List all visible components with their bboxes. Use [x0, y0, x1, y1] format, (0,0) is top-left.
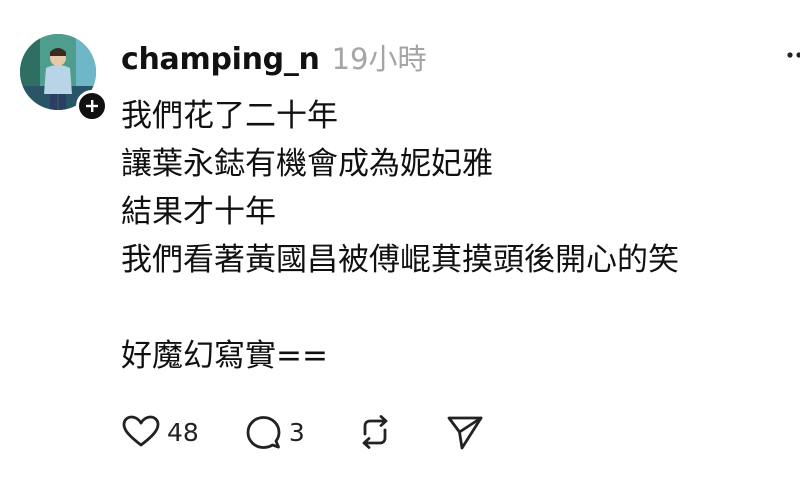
repost-button[interactable]: [355, 412, 395, 452]
share-button[interactable]: [445, 412, 485, 452]
ellipsis-icon: [787, 52, 800, 58]
send-icon: [447, 416, 483, 450]
post-text-line: 讓葉永鋕有機會成為妮妃雅: [121, 146, 493, 182]
post-header: champing_n 19小時: [121, 36, 427, 80]
post-text-blank-line: [121, 284, 781, 332]
more-options-button[interactable]: [784, 40, 800, 70]
plus-icon: [86, 100, 98, 112]
post-text-line: 好魔幻寫實==: [121, 338, 328, 374]
reply-count: 3: [288, 417, 305, 447]
post-body: 我們花了二十年 讓葉永鋕有機會成為妮妃雅 結果才十年 我們看著黃國昌被傅崐萁摸頭…: [121, 92, 781, 380]
thread-post: champing_n 19小時 我們花了二十年 讓葉永鋕有機會成為妮妃雅 結果才…: [0, 0, 800, 477]
like-button[interactable]: 48: [121, 412, 199, 452]
comment-bubble-icon: [246, 416, 281, 449]
post-text-line: 我們看著黃國昌被傅崐萁摸頭後開心的笑: [121, 242, 679, 278]
username[interactable]: champing_n: [121, 42, 320, 77]
avatar-container[interactable]: [20, 34, 108, 122]
post-timestamp: 19小時: [331, 42, 427, 76]
post-actions: 48 3: [121, 410, 485, 454]
heart-icon: [122, 415, 160, 447]
follow-button[interactable]: [76, 90, 108, 122]
reply-button[interactable]: 3: [243, 412, 305, 452]
repost-icon: [362, 415, 388, 449]
like-count: 48: [167, 417, 199, 447]
post-text-line: 結果才十年: [121, 194, 276, 230]
post-text-line: 我們花了二十年: [121, 98, 338, 134]
